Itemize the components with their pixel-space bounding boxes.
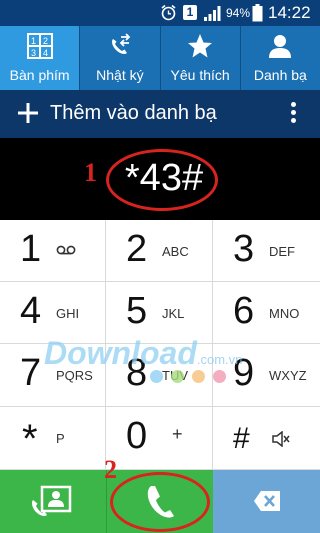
key-3[interactable]: 3 DEF bbox=[213, 220, 320, 282]
key-4[interactable]: 4 GHI bbox=[0, 282, 106, 344]
key-0[interactable]: 0 + bbox=[106, 407, 213, 470]
tab-keypad[interactable]: 1 2 3 4 Bàn phím bbox=[0, 26, 80, 90]
tab-label: Danh bạ bbox=[253, 67, 307, 83]
battery-icon bbox=[252, 4, 263, 22]
key-1[interactable]: 1 bbox=[0, 220, 106, 282]
key-letters: JKL bbox=[162, 306, 185, 321]
alarm-icon bbox=[161, 4, 176, 21]
key-digit: # bbox=[233, 422, 250, 455]
notification-badge: 1 bbox=[183, 5, 197, 20]
person-icon bbox=[269, 35, 292, 58]
annotation-circle-call bbox=[110, 472, 210, 532]
key-letters: DEF bbox=[269, 244, 295, 259]
annotation-step-1: 1 bbox=[84, 158, 97, 187]
svg-text:2: 2 bbox=[43, 36, 48, 46]
dial-keypad: 1 2 ABC 3 DEF 4 GHI 5 JKL 6 MNO 7 PQRS 8… bbox=[0, 220, 320, 470]
tab-label: Nhật ký bbox=[96, 67, 144, 83]
add-to-contacts-bar[interactable]: Thêm vào danh bạ bbox=[0, 90, 320, 138]
call-log-icon bbox=[111, 33, 131, 54]
key-digit: 5 bbox=[126, 290, 148, 332]
tab-contacts[interactable]: Danh bạ bbox=[239, 26, 320, 90]
key-letters: + bbox=[172, 424, 183, 444]
svg-text:4: 4 bbox=[43, 48, 48, 58]
key-5[interactable]: 5 JKL bbox=[106, 282, 213, 344]
key-2[interactable]: 2 ABC bbox=[106, 220, 213, 282]
key-6[interactable]: 6 MNO bbox=[213, 282, 320, 344]
backspace-icon bbox=[254, 491, 280, 511]
star-icon bbox=[188, 34, 213, 58]
key-digit: 8 bbox=[126, 352, 148, 394]
keypad-icon: 1 2 3 4 bbox=[26, 33, 53, 59]
more-options-icon[interactable] bbox=[290, 102, 298, 126]
key-digit: 6 bbox=[233, 290, 255, 332]
svg-text:1: 1 bbox=[31, 36, 36, 46]
key-letters: ABC bbox=[162, 244, 189, 259]
annotation-circle-number bbox=[106, 149, 218, 211]
key-digit: 0 bbox=[126, 415, 148, 457]
key-digit: * bbox=[22, 417, 38, 461]
key-star[interactable]: * P bbox=[0, 407, 106, 470]
svg-text:3: 3 bbox=[31, 48, 36, 58]
contact-card-icon bbox=[32, 485, 72, 516]
signal-icon bbox=[204, 6, 221, 21]
voicemail-icon bbox=[56, 245, 76, 255]
key-7[interactable]: 7 PQRS bbox=[0, 344, 106, 407]
mute-icon bbox=[272, 431, 290, 447]
key-8[interactable]: 8 TUV bbox=[106, 344, 213, 407]
key-digit: 4 bbox=[20, 290, 42, 332]
plus-icon bbox=[18, 103, 38, 123]
key-9[interactable]: 9 WXYZ bbox=[213, 344, 320, 407]
add-to-contacts-label: Thêm vào danh bạ bbox=[50, 102, 217, 124]
key-digit: 9 bbox=[233, 352, 255, 394]
key-digit: 3 bbox=[233, 228, 255, 270]
key-digit: 7 bbox=[20, 352, 42, 394]
status-bar: 1 94% 14:22 bbox=[0, 0, 320, 26]
tab-call-log[interactable]: Nhật ký bbox=[79, 26, 159, 90]
key-letters: PQRS bbox=[56, 368, 93, 383]
contacts-button[interactable] bbox=[0, 470, 106, 533]
key-letters: P bbox=[56, 431, 65, 446]
tab-favorites[interactable]: Yêu thích bbox=[159, 26, 240, 90]
key-letters: MNO bbox=[269, 306, 300, 321]
tab-bar: 1 2 3 4 Bàn phím Nhật ký Yêu thích Danh … bbox=[0, 26, 320, 90]
tab-label: Bàn phím bbox=[9, 67, 70, 83]
key-digit: 2 bbox=[126, 228, 148, 270]
key-letters: TUV bbox=[162, 368, 188, 383]
key-digit: 1 bbox=[20, 228, 42, 270]
clock: 14:22 bbox=[268, 3, 311, 22]
key-letters: GHI bbox=[56, 306, 80, 321]
battery-percent: 94% bbox=[226, 6, 251, 20]
tab-label: Yêu thích bbox=[170, 67, 230, 83]
key-hash[interactable]: # bbox=[213, 407, 320, 470]
annotation-step-2: 2 bbox=[104, 455, 117, 484]
key-letters: WXYZ bbox=[269, 368, 307, 383]
backspace-button[interactable] bbox=[213, 470, 320, 533]
